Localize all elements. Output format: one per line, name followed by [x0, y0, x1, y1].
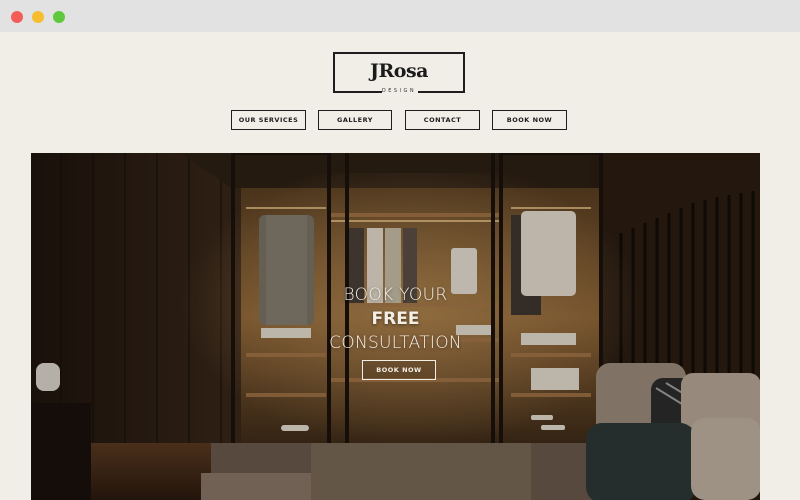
hero-headline-line2: FREE [371, 309, 420, 329]
logo-subtitle: DESIGN [381, 88, 417, 94]
hero-book-now-button[interactable]: BOOK NOW [362, 360, 436, 380]
nav-contact[interactable]: CONTACT [405, 110, 480, 130]
minimize-window-button[interactable] [32, 11, 44, 23]
nav-our-services[interactable]: OUR SERVICES [231, 110, 306, 130]
window-titlebar [0, 0, 800, 32]
nav-gallery[interactable]: GALLERY [318, 110, 392, 130]
close-window-button[interactable] [11, 11, 23, 23]
hero-headline-line1: BOOK YOUR [343, 285, 448, 305]
logo-title: JRosa [370, 60, 428, 82]
nav-book-now[interactable]: BOOK NOW [492, 110, 567, 130]
maximize-window-button[interactable] [53, 11, 65, 23]
hero-banner: BOOK YOUR FREE CONSULTATION BOOK NOW [31, 153, 760, 500]
hero-headline-line3: CONSULTATION [329, 333, 462, 353]
